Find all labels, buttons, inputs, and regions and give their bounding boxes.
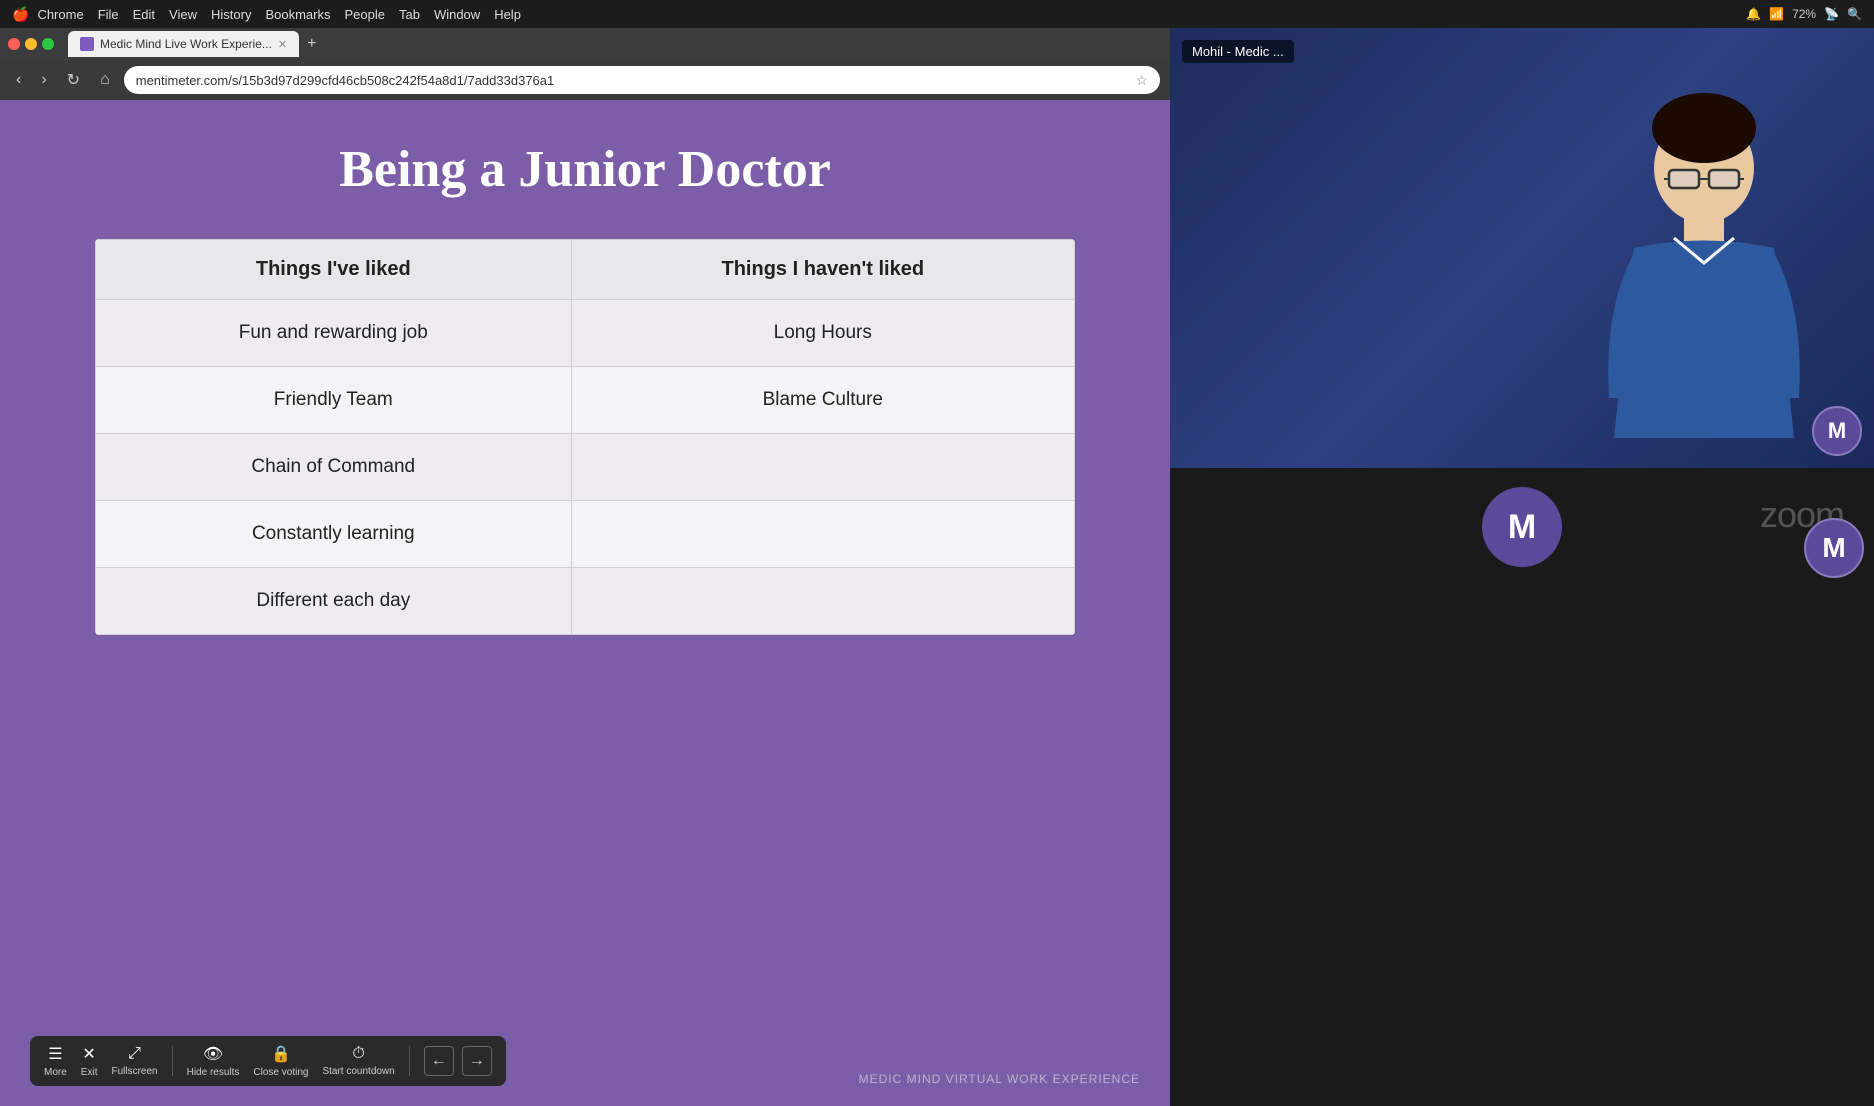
mac-menus: Chrome File Edit View History Bookmarks … bbox=[37, 7, 521, 22]
next-slide-button[interactable]: → bbox=[462, 1046, 492, 1076]
toolbar-nav: ← → bbox=[424, 1046, 492, 1076]
table-row: Fun and rewarding job Long Hours bbox=[96, 300, 1075, 367]
back-button[interactable]: ‹ bbox=[10, 69, 27, 91]
more-button[interactable]: ☰ More bbox=[44, 1044, 67, 1078]
eye-off-icon: 👁 bbox=[203, 1044, 223, 1064]
menu-edit[interactable]: Edit bbox=[133, 7, 155, 22]
page-content: Being a Junior Doctor Things I've liked … bbox=[0, 100, 1170, 1106]
video-background bbox=[1170, 28, 1874, 468]
liked-cell: Chain of Command bbox=[96, 434, 572, 501]
traffic-lights bbox=[8, 38, 54, 50]
tab-favicon bbox=[80, 37, 94, 51]
url-text: mentimeter.com/s/15b3d97d299cfd46cb508c2… bbox=[136, 73, 555, 88]
not-liked-cell bbox=[571, 568, 1074, 635]
address-bar-icons: ☆ bbox=[1135, 72, 1148, 89]
person-silhouette bbox=[1574, 88, 1834, 468]
table-row: Constantly learning bbox=[96, 501, 1075, 568]
maximize-window-button[interactable] bbox=[42, 38, 54, 50]
reload-button[interactable]: ↻ bbox=[61, 68, 86, 92]
col1-header: Things I've liked bbox=[96, 240, 572, 300]
table-row: Different each day bbox=[96, 568, 1075, 635]
mac-menu-bar: 🍎 Chrome File Edit View History Bookmark… bbox=[12, 6, 521, 23]
hide-results-button[interactable]: 👁 Hide results bbox=[187, 1044, 240, 1078]
zoom-panel: Mohil - Medic ... M M zoom M bbox=[1170, 28, 1874, 588]
new-tab-button[interactable]: + bbox=[303, 35, 320, 53]
zoom-m-avatar: M bbox=[1804, 518, 1864, 578]
tab-label: Medic Mind Live Work Experie... bbox=[100, 37, 272, 51]
forward-button[interactable]: › bbox=[35, 69, 52, 91]
home-button[interactable]: ⌂ bbox=[94, 69, 116, 91]
start-countdown-button[interactable]: ⏱ Start countdown bbox=[322, 1045, 394, 1077]
browser-window: Medic Mind Live Work Experie... ✕ + ‹ › … bbox=[0, 28, 1170, 1106]
browser-tab-bar: Medic Mind Live Work Experie... ✕ + bbox=[0, 28, 1170, 60]
close-window-button[interactable] bbox=[8, 38, 20, 50]
menu-window[interactable]: Window bbox=[434, 7, 480, 22]
liked-cell: Different each day bbox=[96, 568, 572, 635]
bookmark-icon[interactable]: ☆ bbox=[1135, 72, 1148, 89]
active-tab[interactable]: Medic Mind Live Work Experie... ✕ bbox=[68, 31, 299, 57]
menu-file[interactable]: File bbox=[98, 7, 119, 22]
timer-icon: ⏱ bbox=[352, 1045, 364, 1063]
tab-close-button[interactable]: ✕ bbox=[278, 38, 287, 51]
zoom-video-area: Mohil - Medic ... M bbox=[1170, 28, 1874, 468]
col2-header: Things I haven't liked bbox=[571, 240, 1074, 300]
address-bar[interactable]: mentimeter.com/s/15b3d97d299cfd46cb508c2… bbox=[124, 66, 1160, 94]
liked-cell: Friendly Team bbox=[96, 367, 572, 434]
minimize-window-button[interactable] bbox=[25, 38, 37, 50]
liked-cell: Constantly learning bbox=[96, 501, 572, 568]
table-row: Friendly Team Blame Culture bbox=[96, 367, 1075, 434]
menu-history[interactable]: History bbox=[211, 7, 251, 22]
exit-button[interactable]: ✕ Exit bbox=[81, 1044, 98, 1078]
fullscreen-button[interactable]: ⤢ Fullscreen bbox=[111, 1045, 157, 1077]
mac-top-bar: 🍎 Chrome File Edit View History Bookmark… bbox=[0, 0, 1874, 28]
not-liked-cell bbox=[571, 434, 1074, 501]
bottom-toolbar: ☰ More ✕ Exit ⤢ Fullscreen 👁 Hide result… bbox=[30, 1036, 506, 1086]
participant-avatar: M bbox=[1812, 406, 1862, 456]
zoom-bottom: M zoom M bbox=[1170, 468, 1874, 586]
mac-status-icons: 🔔 📶 72% 📡 🔍 bbox=[1746, 7, 1862, 21]
participant-label: Mohil - Medic ... bbox=[1182, 40, 1294, 63]
branding-text: MEDIC MIND VIRTUAL WORK EXPERIENCE bbox=[859, 1072, 1140, 1086]
liked-cell: Fun and rewarding job bbox=[96, 300, 572, 367]
hamburger-icon: ☰ bbox=[48, 1044, 62, 1064]
close-voting-button[interactable]: 🔒 Close voting bbox=[253, 1044, 308, 1078]
lock-icon: 🔒 bbox=[271, 1044, 291, 1064]
menu-tab[interactable]: Tab bbox=[399, 7, 420, 22]
apple-icon: 🍎 bbox=[12, 6, 29, 23]
comparison-table: Things I've liked Things I haven't liked… bbox=[95, 239, 1075, 635]
branding: MEDIC MIND VIRTUAL WORK EXPERIENCE bbox=[859, 1072, 1140, 1086]
not-liked-cell: Long Hours bbox=[571, 300, 1074, 367]
exit-icon: ✕ bbox=[82, 1044, 95, 1064]
menu-chrome[interactable]: Chrome bbox=[37, 7, 83, 22]
menu-view[interactable]: View bbox=[169, 7, 197, 22]
menu-bookmarks[interactable]: Bookmarks bbox=[265, 7, 330, 22]
toolbar-divider bbox=[172, 1046, 173, 1076]
toolbar-divider2 bbox=[409, 1046, 410, 1076]
menu-help[interactable]: Help bbox=[494, 7, 521, 22]
table-row: Chain of Command bbox=[96, 434, 1075, 501]
fullscreen-icon: ⤢ bbox=[128, 1045, 141, 1063]
zoom-large-avatar: M bbox=[1482, 487, 1562, 567]
prev-slide-button[interactable]: ← bbox=[424, 1046, 454, 1076]
not-liked-cell bbox=[571, 501, 1074, 568]
address-bar-row: ‹ › ↻ ⌂ mentimeter.com/s/15b3d97d299cfd4… bbox=[0, 60, 1170, 100]
menu-people[interactable]: People bbox=[344, 7, 384, 22]
tab-list: Medic Mind Live Work Experie... ✕ + bbox=[68, 31, 1162, 57]
slide-title: Being a Junior Doctor bbox=[339, 140, 831, 199]
not-liked-cell: Blame Culture bbox=[571, 367, 1074, 434]
